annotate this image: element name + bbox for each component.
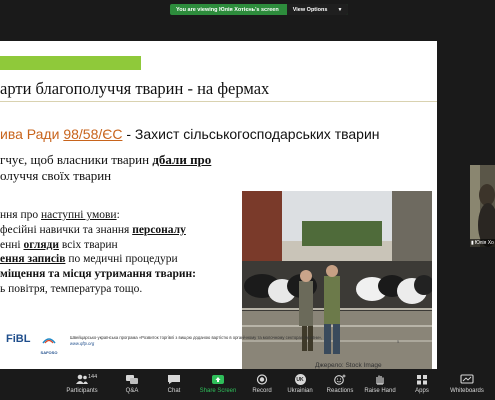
paragraph-line2: олуччя своїх тварин	[0, 168, 112, 183]
list-item: ь повітря, температура тощо.	[0, 282, 143, 295]
ukrainian-icon: UK	[293, 374, 307, 385]
directive-prefix: ива Ради	[0, 126, 64, 142]
whiteboards-label: Whiteboards	[450, 388, 484, 394]
list-item: енні огляди всіх тварин	[0, 238, 196, 253]
view-options-button[interactable]: View Options ▼	[286, 4, 349, 15]
list-text: ення записів	[0, 253, 66, 266]
participants-label: Participants	[66, 388, 98, 394]
safoso-mark-icon	[42, 338, 56, 344]
slide-title: арти благополуччя тварин - на фермах	[0, 79, 270, 98]
qa-label: Q&A	[125, 388, 139, 394]
list-text: ння про	[0, 209, 42, 221]
participants-icon	[75, 374, 89, 385]
participant-name: Юлія Хо	[474, 240, 494, 246]
participants-button[interactable]: 144 Participants	[58, 374, 106, 394]
list-text: наступні умови	[41, 209, 117, 221]
apps-label: Apps	[415, 388, 429, 394]
participant-video-tile[interactable]	[470, 165, 495, 247]
paragraph-line1: гчує, щоб власники тварин	[0, 152, 153, 167]
share-screen-button[interactable]: Share Screen	[194, 374, 242, 394]
qa-icon	[125, 374, 139, 385]
list-text: всіх тварин	[59, 238, 118, 251]
participants-count: 144	[88, 374, 98, 380]
directive-number: 98/58/ЄС	[63, 126, 123, 142]
mic-muted-icon: ▮	[471, 240, 474, 246]
fibl-logo: FiBL	[6, 333, 31, 345]
list-item: фесійні навички та знання персоналу	[0, 223, 196, 238]
meeting-toolbar: 144 Participants Q&A Chat Share Screen R…	[0, 371, 495, 400]
slide-accent-bar	[0, 56, 141, 70]
ukrainian-label: Ukrainian	[287, 388, 313, 394]
title-divider	[0, 101, 437, 102]
photo-caption: Джерело: Stock Image	[315, 362, 382, 369]
list-text: енні	[0, 238, 24, 251]
record-label: Record	[252, 388, 272, 394]
chat-label: Chat	[167, 388, 181, 394]
list-item: ення записів по медичні процедури	[0, 252, 196, 267]
whiteboards-icon	[460, 374, 474, 385]
chat-button[interactable]: Chat	[150, 374, 198, 394]
whiteboards-button[interactable]: Whiteboards	[443, 374, 491, 394]
share-status-text: You are viewing Юлія Хотієнь's screen	[176, 6, 279, 13]
paragraph-emphasis: дбали про	[152, 152, 212, 167]
raise-hand-button[interactable]: Raise Hand	[356, 374, 404, 394]
reactions-icon	[333, 374, 347, 385]
list-text: огляди	[23, 238, 59, 251]
raise-hand-label: Raise Hand	[364, 388, 396, 394]
list-text: :	[116, 209, 120, 221]
list-item: ння про наступні умови:	[0, 208, 196, 223]
apps-icon	[415, 374, 429, 385]
list-text: фесійні навички та знання	[0, 223, 133, 236]
view-options-label: View Options	[292, 6, 328, 13]
share-screen-icon	[211, 374, 225, 385]
slide-page-number: 5	[397, 339, 400, 344]
qa-button[interactable]: Q&A	[108, 374, 156, 394]
list-text: по медичні процедури	[65, 253, 178, 266]
safoso-text: SAFOSO	[40, 350, 58, 355]
apps-button[interactable]: Apps	[398, 374, 446, 394]
record-icon	[255, 374, 269, 385]
raise-hand-icon	[373, 374, 387, 385]
share-screen-label: Share Screen	[199, 388, 237, 394]
list-item: міщення та місця утримання тварин:	[0, 268, 196, 281]
chevron-down-icon: ▼	[337, 6, 343, 13]
footer-line: Швейцарсько-українська програма «Розвито…	[70, 335, 323, 340]
meeting-window: You are viewing Юлія Хотієнь's screen Vi…	[0, 0, 495, 400]
ukrainian-badge: UK	[294, 374, 306, 385]
slide-directive-line: ива Ради 98/58/ЄС - Захист сільськогоспо…	[0, 126, 380, 142]
shared-slide: арти благополуччя тварин - на фермах ива…	[0, 41, 437, 369]
safoso-logo: SAFOSO	[38, 332, 60, 355]
list-text: персоналу	[132, 223, 186, 236]
reactions-label: Reactions	[326, 388, 354, 394]
participant-name-label: ▮ Юлія Хо	[470, 239, 495, 247]
slide-paragraph: гчує, щоб власники тварин дбали про олуч…	[0, 152, 211, 184]
share-banner: You are viewing Юлія Хотієнь's screen Vi…	[170, 4, 349, 15]
slide-footer: Швейцарсько-українська програма «Розвито…	[70, 335, 322, 346]
directive-title: - Захист сільськогосподарських тварин	[122, 126, 380, 142]
footer-link[interactable]: www.qftp.org	[70, 341, 322, 347]
chat-icon	[167, 374, 181, 385]
slide-conditions-list: ння про наступні умови: фесійні навички …	[0, 208, 196, 297]
